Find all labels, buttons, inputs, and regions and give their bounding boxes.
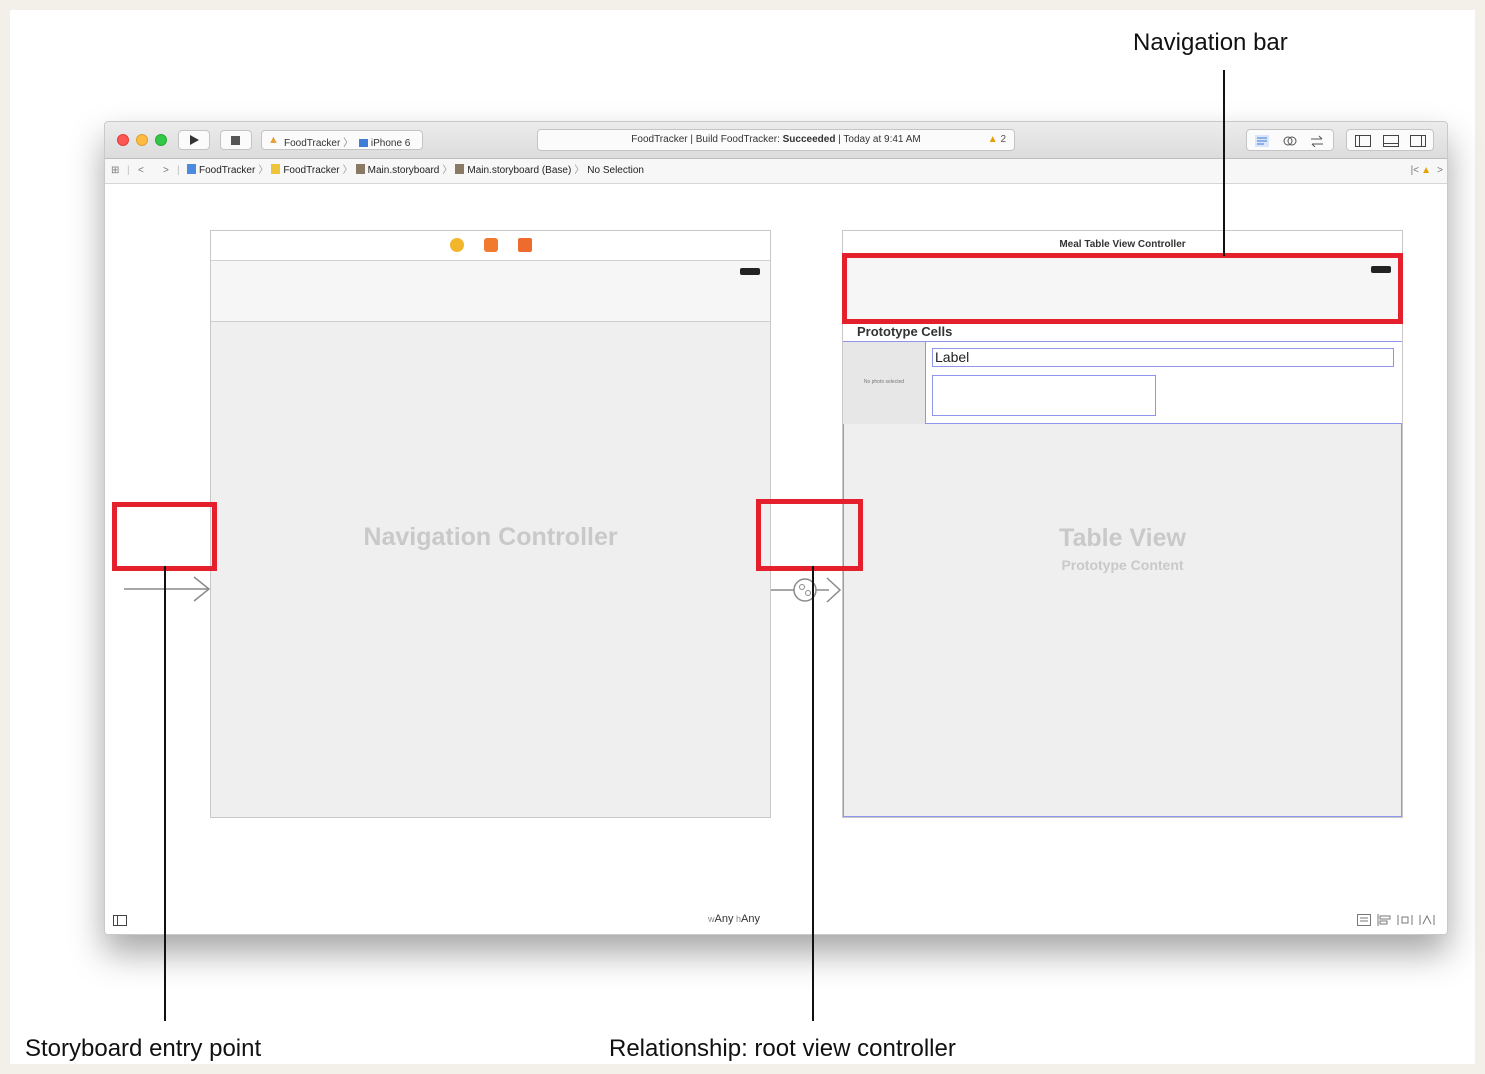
size-class-width: Any <box>714 913 734 925</box>
breadcrumb-item[interactable]: FoodTracker <box>283 165 339 176</box>
play-icon <box>190 135 199 145</box>
forward-arrow-icon[interactable]: > <box>163 159 169 183</box>
relationship-highlight <box>756 499 863 571</box>
first-responder-dock-icon[interactable] <box>484 238 498 252</box>
scene-dock <box>211 231 770 261</box>
stop-icon <box>231 136 240 145</box>
document-outline-toggle[interactable] <box>113 915 127 929</box>
navigation-bar-callout: Navigation bar <box>1133 29 1288 56</box>
pin-icon[interactable] <box>1397 914 1413 929</box>
view-controller-dock-icon[interactable] <box>450 238 464 252</box>
entry-point-arrow[interactable] <box>122 574 212 604</box>
editor-mode-control <box>1246 129 1334 151</box>
scheme-device-name: iPhone 6 <box>370 138 411 149</box>
rating-control-placeholder[interactable] <box>932 375 1156 416</box>
back-arrow-icon[interactable]: < <box>138 159 144 183</box>
activity-prefix: FoodTracker | Build FoodTracker: <box>631 134 783 145</box>
prototype-cell[interactable]: No photo selected Label <box>843 341 1402 424</box>
device-icon <box>358 139 368 147</box>
table-view-title: Table View <box>1059 524 1186 552</box>
breadcrumb-item[interactable]: FoodTracker <box>199 165 255 176</box>
stop-button[interactable] <box>220 130 252 150</box>
view-toggle-control <box>1346 129 1434 151</box>
related-items-icon[interactable]: ⊞ <box>111 159 119 183</box>
entry-point-callout: Storyboard entry point <box>25 1035 262 1062</box>
run-button[interactable] <box>178 130 210 150</box>
outline-icon <box>113 915 127 926</box>
version-editor-icon[interactable] <box>1309 134 1323 148</box>
build-status: Succeeded <box>782 134 836 145</box>
breadcrumb-separator: 〉 <box>574 165 585 176</box>
relationship-callout-line <box>812 566 814 1021</box>
prototype-cells-header: Prototype Cells <box>843 321 1402 341</box>
relationship-callout: Relationship: root view controller <box>609 1035 956 1062</box>
entry-point-callout-line <box>164 566 166 1021</box>
issue-warning-icon[interactable]: ▲ <box>1421 159 1431 183</box>
resolve-issues-icon[interactable] <box>1419 914 1435 929</box>
app-target-icon: ▲ <box>268 134 279 146</box>
table-view[interactable]: Table View Prototype Content <box>843 424 1402 817</box>
warning-indicator[interactable]: ▲ 2 <box>988 130 1006 150</box>
photo-image-view[interactable]: No photo selected <box>843 342 926 424</box>
size-class-height: Any <box>740 913 760 925</box>
align-icon[interactable] <box>1377 914 1391 929</box>
breadcrumb-separator: 〉 <box>342 165 353 176</box>
breadcrumb-item[interactable]: No Selection <box>587 165 644 176</box>
debug-panel-icon[interactable] <box>1383 134 1399 147</box>
navigation-bar-highlight <box>842 253 1403 324</box>
minimize-button[interactable] <box>136 134 148 146</box>
navigation-controller-scene[interactable]: Navigation Controller <box>210 230 771 818</box>
scheme-app-name: FoodTracker <box>284 138 341 149</box>
size-class-h-prefix: h <box>733 914 741 924</box>
jumpbar-divider: | <box>177 165 180 176</box>
exit-dock-icon[interactable] <box>518 238 532 252</box>
previous-issue-icon[interactable]: |< <box>1411 159 1419 183</box>
utilities-panel-icon[interactable] <box>1410 134 1426 147</box>
breadcrumb-item[interactable]: Main.storyboard (Base) <box>467 165 571 176</box>
table-view-subtitle: Prototype Content <box>1061 557 1184 573</box>
next-issue-icon[interactable]: > <box>1437 159 1443 183</box>
close-button[interactable] <box>117 134 129 146</box>
assistant-editor-icon[interactable] <box>1283 134 1297 146</box>
navigator-panel-icon[interactable] <box>1355 134 1371 147</box>
breadcrumb-item[interactable]: Main.storyboard <box>368 165 440 176</box>
breadcrumb-separator: 〉 <box>442 165 453 176</box>
folder-icon <box>271 164 281 174</box>
jump-bar: ⊞ | < > | FoodTracker 〉 FoodTracker 〉 Main.s… <box>105 159 1447 184</box>
breadcrumb-separator: 〉 <box>258 165 269 176</box>
cell-label[interactable]: Label <box>932 348 1394 367</box>
size-class-control[interactable]: wAny hAny <box>708 913 760 925</box>
scheme-separator: 〉 <box>343 138 354 149</box>
stack-icon[interactable] <box>1357 914 1371 929</box>
zoom-button[interactable] <box>155 134 167 146</box>
warning-icon: ▲ <box>987 134 998 145</box>
activity-suffix: | Today at 9:41 AM <box>835 134 921 145</box>
toolbar: ▲ FoodTracker 〉 iPhone 6 FoodTracker | B… <box>105 122 1447 159</box>
navigation-bar-placeholder <box>211 261 770 322</box>
breadcrumb: FoodTracker 〉 FoodTracker 〉 Main.storyboard 〉… <box>187 159 644 183</box>
project-icon <box>187 164 196 174</box>
standard-editor-icon[interactable] <box>1255 134 1269 147</box>
activity-viewer: FoodTracker | Build FoodTracker: Succeed… <box>537 129 1015 151</box>
canvas-bottom-bar: wAny hAny <box>105 908 1447 934</box>
scheme-selector[interactable]: ▲ FoodTracker 〉 iPhone 6 <box>261 130 423 150</box>
storyboard-file-icon <box>455 164 465 174</box>
navigation-controller-title: Navigation Controller <box>363 523 618 551</box>
entry-point-highlight <box>112 502 217 571</box>
warning-count: 2 <box>1000 134 1006 145</box>
jumpbar-divider: | <box>127 165 130 176</box>
storyboard-file-icon <box>355 164 365 174</box>
navigation-bar-callout-line <box>1223 70 1225 256</box>
battery-icon <box>740 268 760 275</box>
relationship-segue-icon[interactable] <box>769 574 844 606</box>
